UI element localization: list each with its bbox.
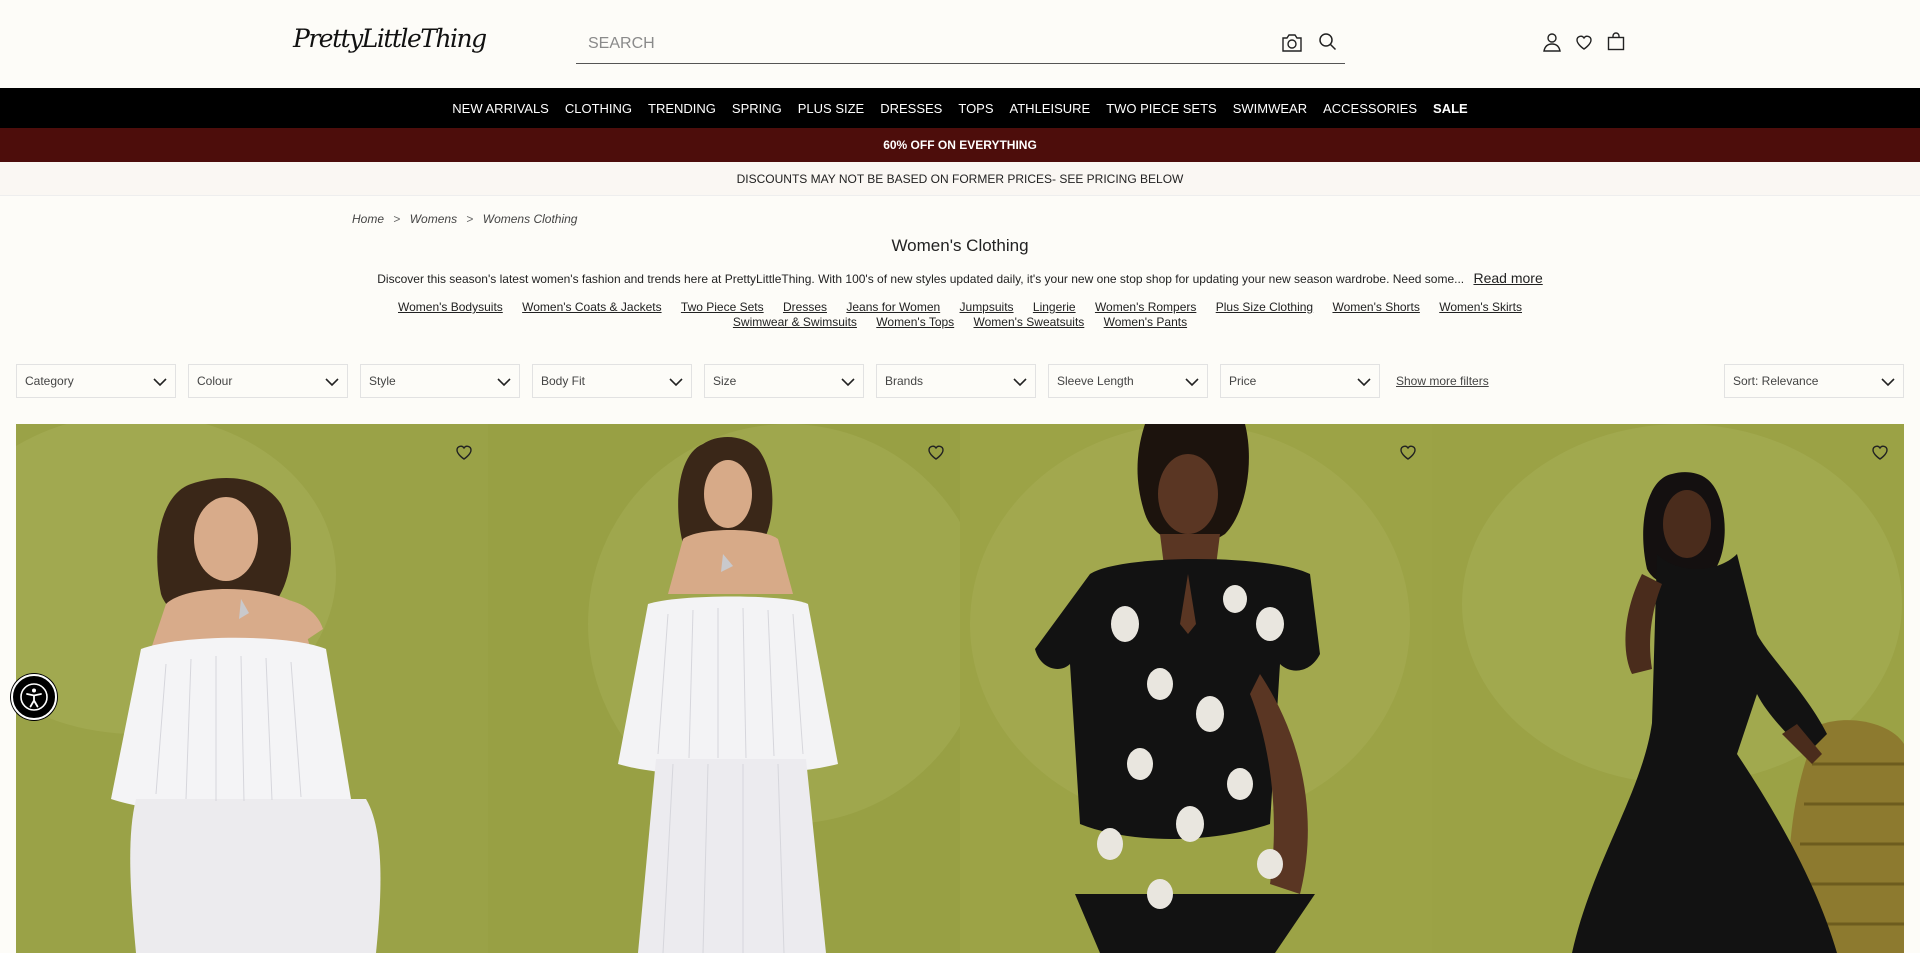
category-link[interactable]: Women's Shorts <box>1332 300 1419 314</box>
nav-trending[interactable]: TRENDING <box>648 101 716 116</box>
filter-label: Price <box>1229 374 1257 388</box>
category-link[interactable]: Women's Sweatsuits <box>974 315 1085 329</box>
chevron-down-icon <box>841 378 855 387</box>
breadcrumb-current: Womens Clothing <box>482 212 578 226</box>
product-image[interactable] <box>960 424 1432 953</box>
filter-category-dropdown[interactable]: Category <box>16 364 176 398</box>
category-link[interactable]: Women's Bodysuits <box>398 300 503 314</box>
category-link[interactable]: Women's Coats & Jackets <box>522 300 661 314</box>
filter-label: Category <box>25 374 74 388</box>
category-link[interactable]: Lingerie <box>1033 300 1076 314</box>
filter-style-dropdown[interactable]: Style <box>360 364 520 398</box>
filter-brands-dropdown[interactable]: Brands <box>876 364 1036 398</box>
filter-label: Sleeve Length <box>1057 374 1134 388</box>
chevron-down-icon <box>497 378 511 387</box>
search-icon[interactable] <box>1318 32 1338 57</box>
product-image[interactable] <box>488 424 960 953</box>
sort-dropdown[interactable]: Sort: Relevance <box>1724 364 1904 398</box>
category-link[interactable]: Two Piece Sets <box>681 300 764 314</box>
breadcrumb-womens[interactable]: Womens <box>410 212 457 226</box>
filter-price-dropdown[interactable]: Price <box>1220 364 1380 398</box>
wishlist-heart-icon[interactable] <box>1398 442 1418 467</box>
category-links: Women's Bodysuits Women's Coats & Jacket… <box>358 300 1562 330</box>
product-image[interactable] <box>16 424 488 953</box>
nav-tops[interactable]: TOPS <box>958 101 993 116</box>
camera-icon[interactable] <box>1280 32 1304 59</box>
chevron-down-icon <box>1013 378 1027 387</box>
category-link[interactable]: Dresses <box>783 300 827 314</box>
chevron-down-icon <box>669 378 683 387</box>
nav-new-arrivals[interactable]: NEW ARRIVALS <box>452 101 549 116</box>
category-link[interactable]: Plus Size Clothing <box>1216 300 1313 314</box>
filter-label: Body Fit <box>541 374 586 388</box>
breadcrumb-separator: > <box>393 212 401 226</box>
nav-swimwear[interactable]: SWIMWEAR <box>1233 101 1307 116</box>
nav-clothing[interactable]: CLOTHING <box>565 101 632 116</box>
breadcrumb-home[interactable]: Home <box>352 212 384 226</box>
nav-accessories[interactable]: ACCESSORIES <box>1323 101 1417 116</box>
category-link[interactable]: Swimwear & Swimsuits <box>733 315 857 329</box>
nav-sale[interactable]: SALE <box>1433 101 1468 116</box>
nav-athleisure[interactable]: ATHLEISURE <box>1010 101 1091 116</box>
intro-text-block: Discover this season's latest women's fa… <box>0 270 1920 286</box>
filter-colour-dropdown[interactable]: Colour <box>188 364 348 398</box>
filter-sleeve-length-dropdown[interactable]: Sleeve Length <box>1048 364 1208 398</box>
product-card[interactable] <box>960 424 1432 953</box>
category-link[interactable]: Jeans for Women <box>846 300 940 314</box>
filter-body-fit-dropdown[interactable]: Body Fit <box>532 364 692 398</box>
filter-label: Size <box>713 374 737 388</box>
read-more-link[interactable]: Read more <box>1473 270 1542 286</box>
account-icon[interactable] <box>1542 32 1562 57</box>
product-card[interactable] <box>488 424 960 953</box>
breadcrumb: Home > Womens > Womens Clothing <box>352 212 583 226</box>
breadcrumb-separator: > <box>466 212 474 226</box>
chevron-down-icon <box>1185 378 1199 387</box>
nav-two-piece-sets[interactable]: TWO PIECE SETS <box>1106 101 1217 116</box>
category-link[interactable]: Women's Tops <box>876 315 954 329</box>
product-grid <box>16 424 1904 953</box>
wishlist-heart-icon[interactable] <box>1574 32 1594 57</box>
product-card[interactable] <box>16 424 488 953</box>
promo-banner[interactable]: 60% OFF ON EVERYTHING <box>0 128 1920 162</box>
search-input[interactable] <box>588 32 1238 56</box>
filter-bar: Category Colour Style Body Fit Size Bran… <box>16 364 1904 398</box>
chevron-down-icon <box>325 378 339 387</box>
accessibility-icon[interactable] <box>11 674 57 720</box>
product-card[interactable] <box>1432 424 1904 953</box>
category-link[interactable]: Women's Rompers <box>1095 300 1196 314</box>
site-logo[interactable]: PrettyLittleThing <box>293 24 487 53</box>
pricing-notice[interactable]: DISCOUNTS MAY NOT BE BASED ON FORMER PRI… <box>0 162 1920 196</box>
filter-size-dropdown[interactable]: Size <box>704 364 864 398</box>
show-more-filters-link[interactable]: Show more filters <box>1396 374 1489 388</box>
filter-label: Style <box>369 374 396 388</box>
intro-text: Discover this season's latest women's fa… <box>377 272 1465 286</box>
category-link[interactable]: Women's Pants <box>1104 315 1187 329</box>
nav-dresses[interactable]: DRESSES <box>880 101 942 116</box>
chevron-down-icon <box>1881 378 1895 387</box>
filter-label: Brands <box>885 374 924 388</box>
filter-label: Colour <box>197 374 233 388</box>
shopping-bag-icon[interactable] <box>1606 32 1626 57</box>
nav-plus-size[interactable]: PLUS SIZE <box>798 101 864 116</box>
page-title: Women's Clothing <box>891 236 1029 255</box>
category-link[interactable]: Women's Skirts <box>1439 300 1522 314</box>
product-image[interactable] <box>1432 424 1904 953</box>
search-bar <box>576 24 1345 64</box>
category-link[interactable]: Jumpsuits <box>960 300 1014 314</box>
wishlist-heart-icon[interactable] <box>926 442 946 467</box>
wishlist-heart-icon[interactable] <box>1870 442 1890 467</box>
chevron-down-icon <box>153 378 167 387</box>
wishlist-heart-icon[interactable] <box>454 442 474 467</box>
site-header: PrettyLittleThing <box>0 0 1920 88</box>
sort-label: Sort: Relevance <box>1733 374 1819 388</box>
main-nav: NEW ARRIVALS CLOTHING TRENDING SPRING PL… <box>0 88 1920 128</box>
nav-spring[interactable]: SPRING <box>732 101 782 116</box>
chevron-down-icon <box>1357 378 1371 387</box>
